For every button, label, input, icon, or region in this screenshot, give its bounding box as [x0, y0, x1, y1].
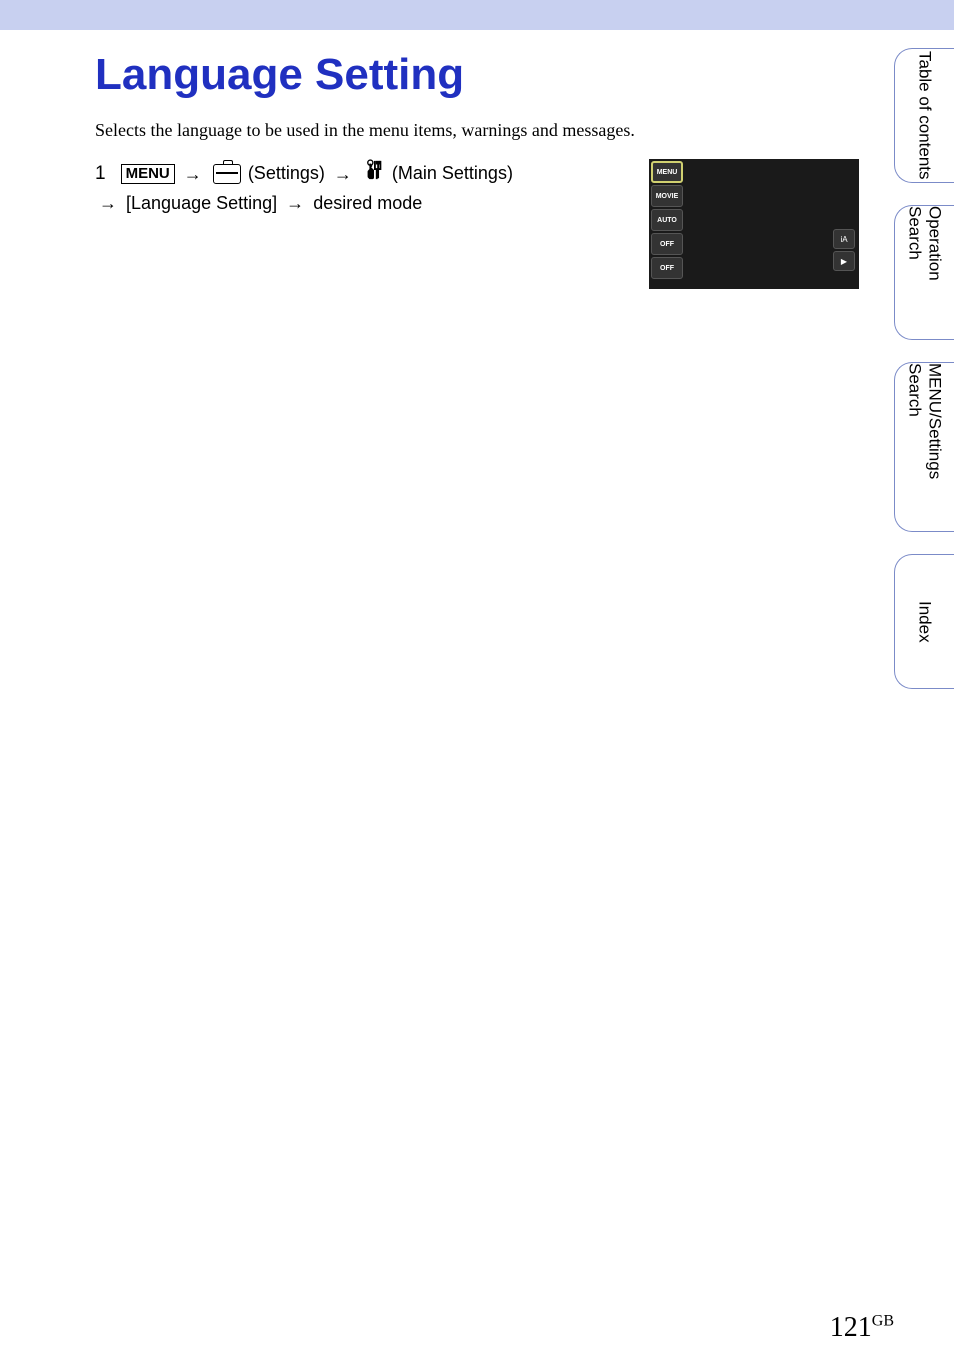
- instruction-row: 1 MENU → (Settings) → (Main Settings) → …: [95, 159, 859, 289]
- screen-movie-icon: MOVIE: [651, 185, 683, 207]
- content-area: Language Setting Selects the language to…: [0, 30, 954, 289]
- screen-smile-icon: OFF: [651, 257, 683, 279]
- arrow-icon: →: [334, 161, 352, 189]
- arrow-icon: →: [184, 161, 202, 189]
- page-suffix: GB: [872, 1313, 894, 1330]
- desired-mode-label: desired mode: [313, 193, 422, 213]
- tab-menu-settings-search[interactable]: MENU/Settings Search: [894, 362, 954, 532]
- page-title: Language Setting: [95, 50, 859, 100]
- language-setting-label: [Language Setting]: [126, 193, 277, 213]
- top-bar: [0, 0, 954, 30]
- side-tabs: Table of contents Operation Search MENU/…: [894, 48, 954, 689]
- screen-timer-icon: OFF: [651, 233, 683, 255]
- page-footer: 121GB: [830, 1312, 894, 1344]
- arrow-icon: →: [99, 190, 117, 218]
- screen-flash-icon: AUTO: [651, 209, 683, 231]
- toolbox-icon: [213, 164, 241, 184]
- wrench-icon: [363, 159, 385, 190]
- main-settings-label: (Main Settings): [392, 163, 513, 183]
- screen-left-panel: MENU MOVIE AUTO OFF OFF: [651, 161, 683, 279]
- screen-right-panel: iA ▶: [833, 229, 857, 271]
- screen-mode-icon: iA: [833, 229, 855, 249]
- tab-operation-search[interactable]: Operation Search: [894, 205, 954, 340]
- page-description: Selects the language to be used in the m…: [95, 120, 859, 141]
- tab-table-of-contents[interactable]: Table of contents: [894, 48, 954, 183]
- page-number: 121: [830, 1312, 872, 1343]
- screen-preview: MENU MOVIE AUTO OFF OFF iA ▶: [649, 159, 859, 289]
- screen-play-icon: ▶: [833, 251, 855, 271]
- arrow-icon: →: [286, 190, 304, 218]
- step-number: 1: [95, 163, 106, 184]
- screen-menu-icon: MENU: [651, 161, 683, 183]
- tab-index[interactable]: Index: [894, 554, 954, 689]
- instruction-text: 1 MENU → (Settings) → (Main Settings) → …: [95, 159, 631, 218]
- menu-button-icon: MENU: [121, 164, 175, 184]
- settings-label: (Settings): [248, 163, 325, 183]
